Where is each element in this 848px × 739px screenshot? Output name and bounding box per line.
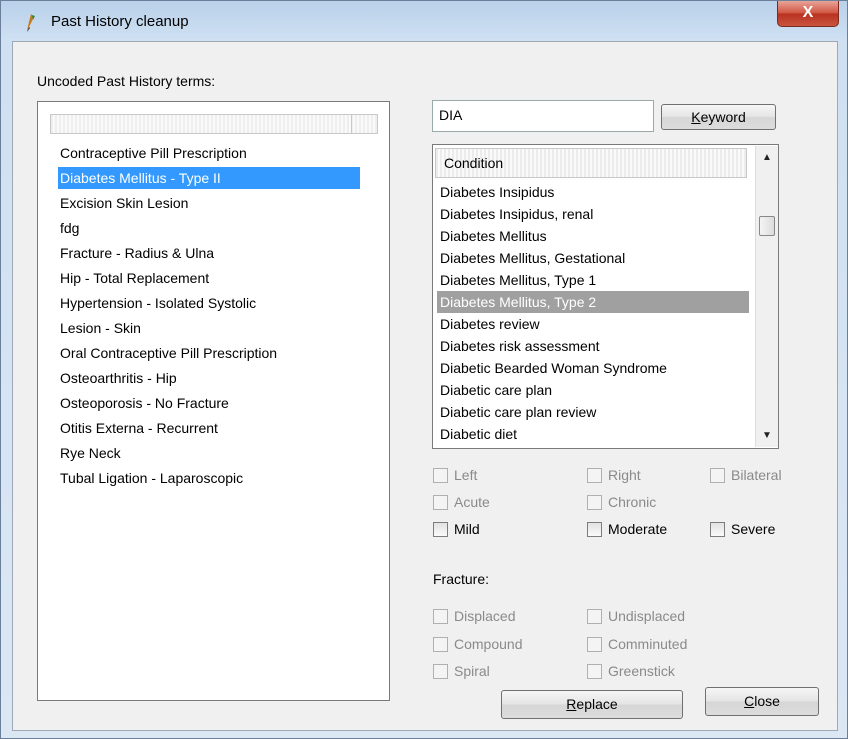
mild-checkbox-label: Mild	[454, 521, 480, 537]
condition-item[interactable]: Diabetes review	[437, 313, 749, 335]
condition-item[interactable]: Diabetes Insipidus, renal	[437, 203, 749, 225]
bilateral-checkbox[interactable]: Bilateral	[710, 465, 782, 485]
replace-button[interactable]: Replace	[501, 690, 683, 719]
compound-checkbox-label: Compound	[454, 636, 523, 652]
condition-scrollbar[interactable]: ▲ ▼	[755, 146, 778, 447]
right-checkbox-label: Right	[608, 467, 641, 483]
severe-checkbox-box[interactable]	[710, 521, 725, 537]
list-item[interactable]: Osteoarthritis - Hip	[58, 367, 177, 389]
list-item-selected[interactable]: Diabetes Mellitus - Type II	[58, 167, 360, 189]
condition-item[interactable]: Diabetes Mellitus, Gestational	[437, 247, 749, 269]
chronic-checkbox-box[interactable]	[587, 494, 602, 510]
condition-item[interactable]: Diabetic diet	[437, 423, 749, 445]
close-button-label: lose	[754, 693, 780, 709]
list-item[interactable]: Contraceptive Pill Prescription	[58, 142, 247, 164]
moderate-checkbox-box[interactable]	[587, 521, 602, 537]
uncoded-terms-label: Uncoded Past History terms:	[37, 73, 216, 89]
left-checkbox[interactable]: Left	[433, 465, 477, 485]
chronic-checkbox-label: Chronic	[608, 494, 657, 510]
right-checkbox-box[interactable]	[587, 467, 602, 483]
condition-item[interactable]: Diabetes Insipidus	[437, 181, 749, 203]
title-bar[interactable]: Past History cleanup X	[1, 1, 847, 41]
displaced-checkbox-box[interactable]	[433, 608, 448, 624]
condition-item[interactable]: Diabetes risk assessment	[437, 335, 749, 357]
list-item[interactable]: Osteoporosis - No Fracture	[58, 392, 229, 414]
scrollbar-thumb[interactable]	[759, 216, 775, 236]
list-item[interactable]: Hip - Total Replacement	[58, 267, 209, 289]
right-checkbox[interactable]: Right	[587, 465, 641, 485]
undisplaced-checkbox-box[interactable]	[587, 608, 602, 624]
list-item[interactable]: Excision Skin Lesion	[58, 192, 188, 214]
list-item[interactable]: Fracture - Radius & Ulna	[58, 242, 214, 264]
acute-checkbox-box[interactable]	[433, 494, 448, 510]
keyword-button-accesskey: K	[691, 109, 701, 125]
condition-item-selected[interactable]: Diabetes Mellitus, Type 2	[437, 291, 749, 313]
condition-item[interactable]: Diabetic care plan	[437, 379, 749, 401]
list-item[interactable]: fdg	[58, 217, 79, 239]
keyword-button-label: eyword	[700, 109, 746, 125]
replace-button-accesskey: R	[566, 696, 577, 712]
app-icon	[27, 14, 35, 32]
bilateral-checkbox-label: Bilateral	[731, 467, 782, 483]
keyword-search-input[interactable]: DIA	[432, 100, 654, 132]
displaced-checkbox-label: Displaced	[454, 608, 516, 624]
window-title: Past History cleanup	[51, 13, 189, 30]
chronic-checkbox[interactable]: Chronic	[587, 492, 656, 512]
severe-checkbox[interactable]: Severe	[710, 519, 775, 539]
window-close-button[interactable]: X	[777, 1, 839, 27]
mild-checkbox[interactable]: Mild	[433, 519, 480, 539]
comminuted-checkbox-box[interactable]	[587, 636, 602, 652]
severe-checkbox-label: Severe	[731, 521, 776, 537]
list-item[interactable]: Tubal Ligation - Laparoscopic	[58, 467, 243, 489]
condition-item[interactable]: Diabetes Mellitus	[437, 225, 749, 247]
greenstick-checkbox-box[interactable]	[587, 663, 602, 679]
spiral-checkbox-box[interactable]	[433, 663, 448, 679]
scroll-down-arrow-icon[interactable]: ▼	[756, 426, 778, 446]
spiral-checkbox-label: Spiral	[454, 663, 490, 679]
scroll-up-arrow-icon[interactable]: ▲	[756, 148, 778, 168]
uncoded-terms-list[interactable]: Contraceptive Pill Prescription Diabetes…	[37, 101, 390, 701]
list-item[interactable]: Oral Contraceptive Pill Prescription	[58, 342, 277, 364]
list-item[interactable]: Otitis Externa - Recurrent	[58, 417, 218, 439]
left-checkbox-box[interactable]	[433, 467, 448, 483]
condition-item[interactable]: Diabetes Mellitus, Type 1	[437, 269, 749, 291]
list-item[interactable]: Rye Neck	[58, 442, 121, 464]
greenstick-checkbox[interactable]: Greenstick	[587, 661, 675, 681]
condition-column-header[interactable]: Condition	[435, 148, 747, 178]
compound-checkbox-box[interactable]	[433, 636, 448, 652]
list-item[interactable]: Hypertension - Isolated Systolic	[58, 292, 256, 314]
close-button[interactable]: Close	[705, 687, 819, 716]
dialog-window: Past History cleanup X Uncoded Past Hist…	[0, 0, 848, 739]
close-button-accesskey: C	[744, 693, 755, 709]
undisplaced-checkbox[interactable]: Undisplaced	[587, 606, 685, 626]
uncoded-terms-list-header[interactable]	[50, 114, 378, 134]
condition-item[interactable]: Diabetic Bearded Woman Syndrome	[437, 357, 749, 379]
greenstick-checkbox-label: Greenstick	[608, 663, 675, 679]
left-checkbox-label: Left	[454, 467, 478, 483]
moderate-checkbox[interactable]: Moderate	[587, 519, 667, 539]
moderate-checkbox-label: Moderate	[608, 521, 668, 537]
comminuted-checkbox-label: Comminuted	[608, 636, 688, 652]
spiral-checkbox[interactable]: Spiral	[433, 661, 490, 681]
keyword-button[interactable]: Keyword	[661, 104, 776, 130]
condition-item[interactable]: Diabetic care plan review	[437, 401, 749, 423]
acute-checkbox-label: Acute	[454, 494, 490, 510]
list-item[interactable]: Lesion - Skin	[58, 317, 141, 339]
displaced-checkbox[interactable]: Displaced	[433, 606, 515, 626]
comminuted-checkbox[interactable]: Comminuted	[587, 634, 687, 654]
condition-list[interactable]: Condition Diabetes Insipidus Diabetes In…	[432, 144, 779, 449]
undisplaced-checkbox-label: Undisplaced	[608, 608, 686, 624]
replace-button-label: eplace	[576, 696, 618, 712]
acute-checkbox[interactable]: Acute	[433, 492, 490, 512]
bilateral-checkbox-box[interactable]	[710, 467, 725, 483]
compound-checkbox[interactable]: Compound	[433, 634, 523, 654]
fracture-label: Fracture:	[433, 571, 490, 587]
mild-checkbox-box[interactable]	[433, 521, 448, 537]
